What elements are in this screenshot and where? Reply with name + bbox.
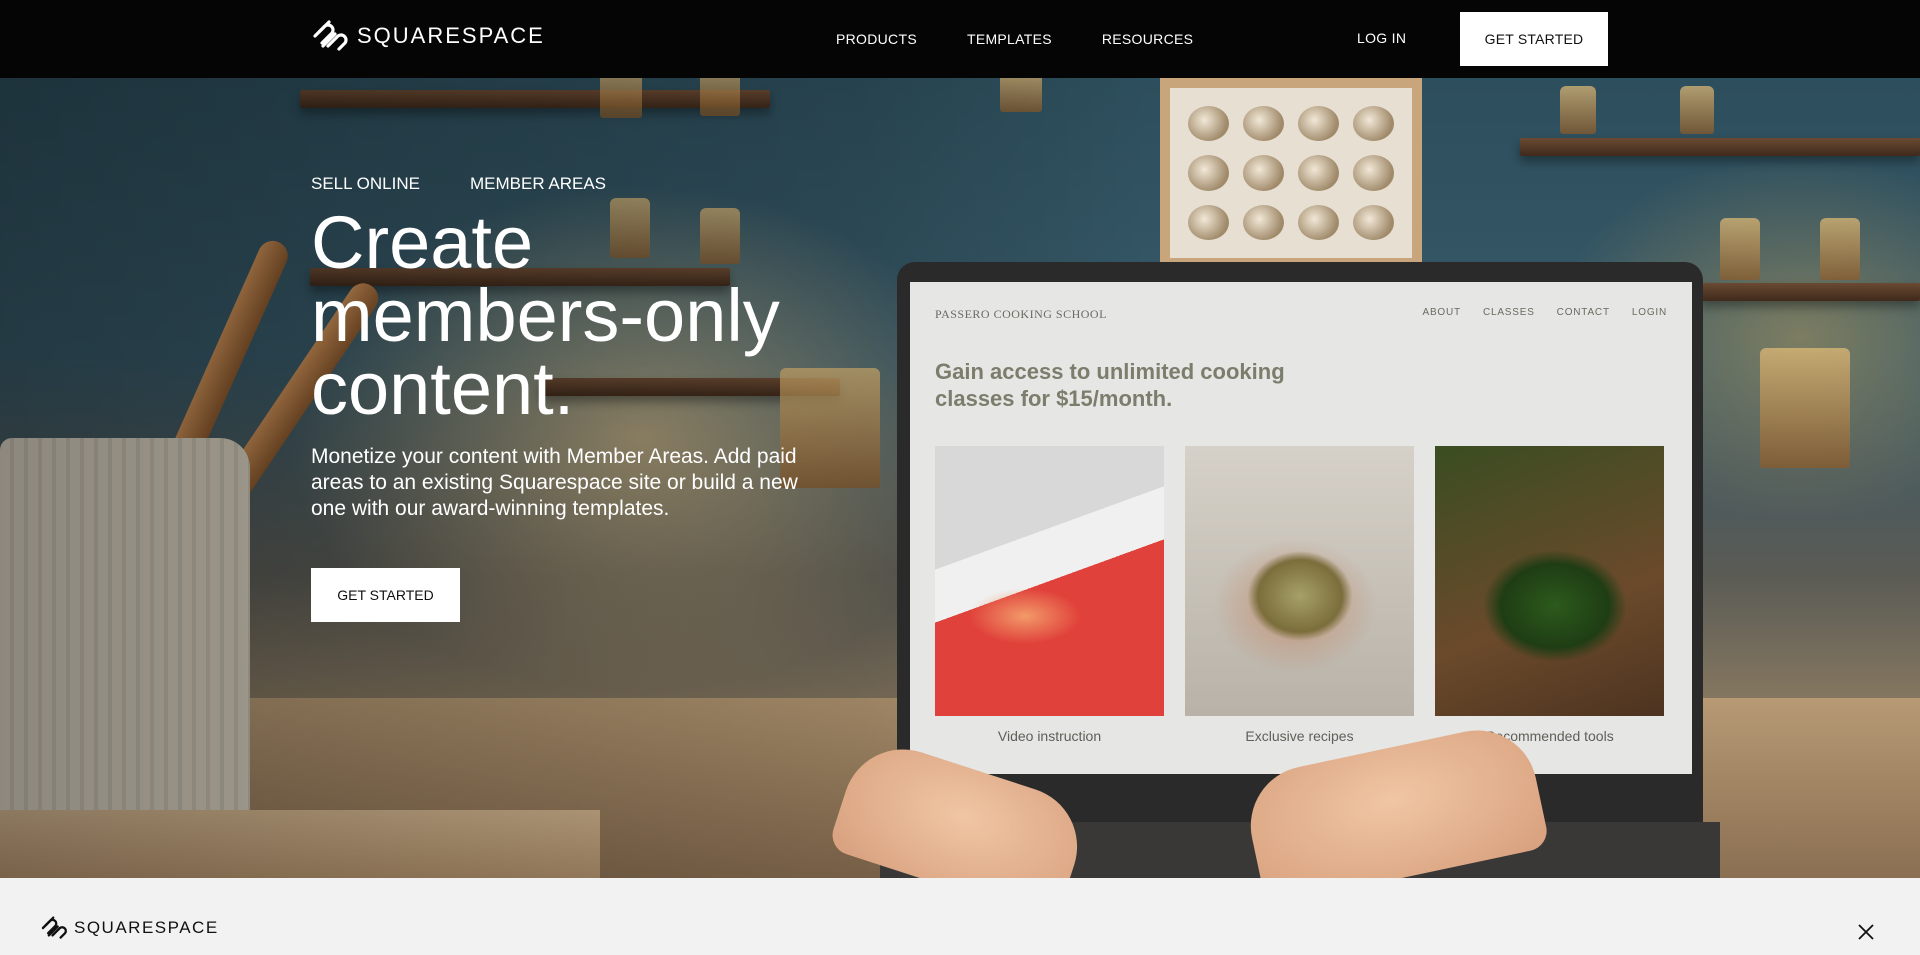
site-card: Video instruction [935,446,1164,744]
bottom-brand-name: SQUARESPACE [74,918,219,937]
hero-section: SELL ONLINE MEMBER AREAS Create members-… [0,78,1920,878]
salmon-image [935,446,1164,716]
nav-resources[interactable]: RESOURCES [1102,31,1193,47]
brand-name: SQUARESPACE [357,23,545,48]
pasta-image [1185,446,1414,716]
site-nav-about: ABOUT [1422,307,1461,318]
hero-headline: Create members-only content. [311,201,780,430]
tab-sell-online[interactable]: SELL ONLINE [311,174,420,194]
tab-member-areas[interactable]: MEMBER AREAS [470,174,606,194]
site-name: PASSERO COOKING SCHOOL [935,307,1107,321]
site-card: Exclusive recipes [1185,446,1414,744]
nav-templates[interactable]: TEMPLATES [967,31,1052,47]
laptop-screen: PASSERO COOKING SCHOOL ABOUT CLASSES CON… [910,282,1692,774]
site-nav-contact: CONTACT [1556,307,1610,318]
get-started-hero-button[interactable]: GET STARTED [311,568,460,622]
site-card: Recommended tools [1435,446,1664,744]
site-nav-classes: CLASSES [1482,307,1535,318]
nav-products[interactable]: PRODUCTS [836,31,917,47]
close-icon[interactable] [1857,923,1875,941]
bottom-banner: SQUARESPACE [0,878,1920,955]
herbs-image [1435,446,1664,716]
page: SQUARESPACE PRODUCTS TEMPLATES RESOURCES… [0,0,1920,955]
brand-logo[interactable]: SQUARESPACE [311,20,545,52]
top-navigation: SQUARESPACE PRODUCTS TEMPLATES RESOURCES… [0,0,1920,78]
bottom-brand-logo: SQUARESPACE [40,916,219,940]
squarespace-logo-icon [41,916,67,939]
hero-tabs: SELL ONLINE MEMBER AREAS [311,174,606,194]
site-headline: Gain access to unlimited cooking classes… [935,359,1285,411]
squarespace-logo-icon [313,20,348,51]
login-link[interactable]: LOG IN [1357,30,1406,46]
site-cards: Video instruction Exclusive recipes Reco… [935,446,1664,744]
primary-nav: PRODUCTS TEMPLATES RESOURCES [836,31,1193,47]
site-nav: ABOUT CLASSES CONTACT LOGIN [1422,307,1667,318]
card-caption: Exclusive recipes [1245,728,1354,744]
site-nav-login: LOGIN [1631,307,1667,318]
get-started-nav-button[interactable]: GET STARTED [1460,12,1608,66]
hero-subcopy: Monetize your content with Member Areas.… [311,445,798,520]
card-caption: Video instruction [997,728,1102,744]
